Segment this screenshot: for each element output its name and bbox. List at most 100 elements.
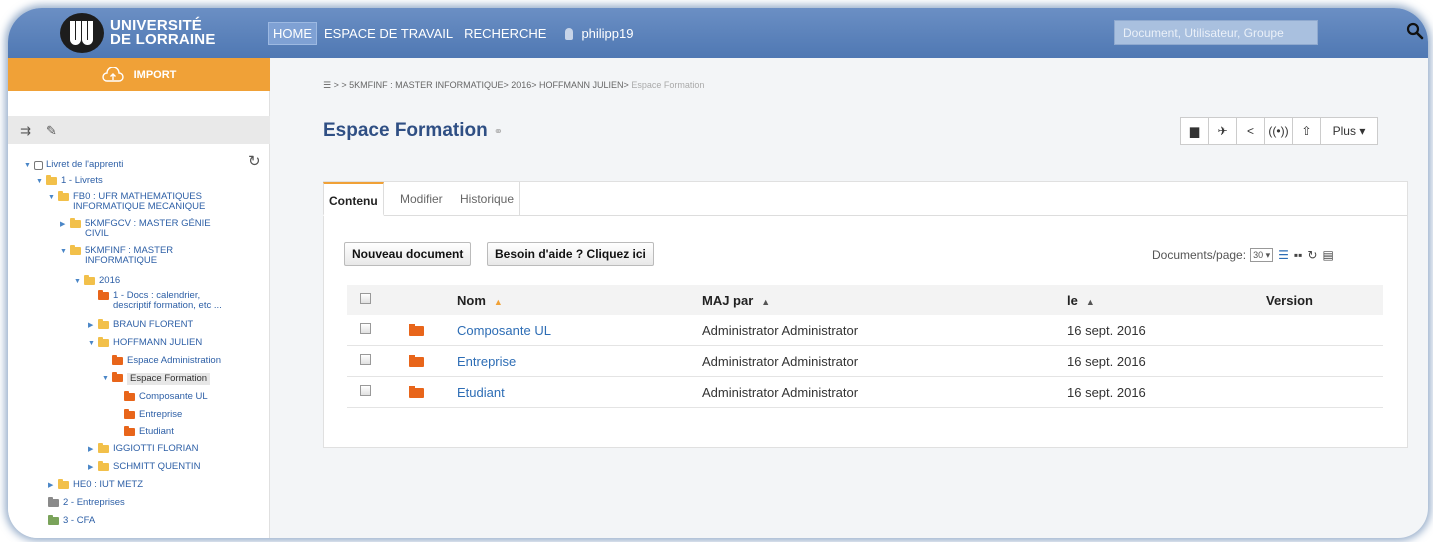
nav-home[interactable]: HOME	[268, 22, 317, 45]
university-logo[interactable]: UNIVERSITÉ DE LORRAINE	[60, 13, 216, 53]
tree-node-2016[interactable]: ▼ 2016	[74, 275, 120, 287]
tree-node-he0[interactable]: ▶ HE0 : IUT METZ	[48, 479, 143, 491]
tree-node-entreprise[interactable]: Entreprise	[124, 409, 182, 420]
select-all-checkbox[interactable]	[360, 293, 371, 304]
tree-node-iggiotti[interactable]: ▶ IGGIOTTI FLORIAN	[88, 443, 199, 455]
tree-node-composante[interactable]: Composante UL	[124, 391, 208, 402]
tab-bar: Contenu Modifier Historique	[323, 182, 1407, 216]
spreadsheet-icon[interactable]: ▤	[1322, 248, 1333, 262]
more-button[interactable]: Plus ▾	[1320, 117, 1378, 145]
main-nav: HOME ESPACE DE TRAVAIL RECHERCHE philipp…	[268, 22, 633, 45]
row-name-link[interactable]: Etudiant	[457, 385, 505, 400]
page-title: Espace Formation ⚭	[323, 120, 503, 141]
row-checkbox[interactable]	[360, 323, 371, 334]
tab-modifier[interactable]: Modifier	[395, 182, 448, 216]
share-icon[interactable]: <	[1236, 117, 1265, 145]
tree-node-entreprises[interactable]: 2 - Entreprises	[48, 497, 125, 508]
sidebar-toolbar: ⇉ ✎	[8, 116, 270, 144]
refresh-icon[interactable]: ↻	[1307, 248, 1317, 262]
tree-node-root[interactable]: ▼ Livret de l'apprenti	[24, 160, 123, 171]
expand-arrow-icon: ▼	[102, 375, 109, 382]
search-input[interactable]	[1114, 20, 1318, 45]
breadcrumb-item-year[interactable]: 2016	[511, 80, 531, 90]
folder-icon	[84, 275, 95, 285]
col-name[interactable]: Nom ▲	[457, 293, 503, 308]
tree-node-admin[interactable]: Espace Administration	[112, 355, 221, 366]
menu-icon[interactable]: ☰	[323, 80, 331, 90]
expand-arrow-icon: ▼	[74, 278, 81, 285]
tab-contenu[interactable]: Contenu	[323, 182, 384, 216]
import-button[interactable]: IMPORT	[8, 58, 270, 91]
col-updated-by[interactable]: MAJ par ▲	[702, 293, 770, 308]
collapse-arrow-icon: ▶	[88, 446, 94, 453]
action-toolbar: ▆ ✈ < ((•)) ⇧ Plus ▾	[1180, 117, 1378, 145]
sidebar: IMPORT ⇉ ✎ ↻ ▼ Livret de l'apprenti ▼ 1 …	[8, 58, 270, 538]
row-updated-by: Administrator Administrator	[702, 385, 859, 400]
row-date: 16 sept. 2016	[1067, 354, 1146, 369]
refresh-tree-icon[interactable]: ↻	[248, 152, 261, 170]
table-row[interactable]: Entreprise Administrator Administrator 1…	[347, 346, 1383, 377]
tree-node-livrets[interactable]: ▼ 1 - Livrets	[36, 175, 103, 187]
tree-node-schmitt[interactable]: ▶ SCHMITT QUENTIN	[88, 461, 200, 473]
import-label: IMPORT	[133, 68, 177, 81]
cloud-upload-icon	[101, 66, 124, 82]
row-checkbox[interactable]	[360, 354, 371, 365]
grid-view-icon[interactable]: ▪▪	[1294, 248, 1303, 262]
tag-icon[interactable]: ✎	[46, 123, 57, 139]
help-button[interactable]: Besoin d'aide ? Cliquez ici	[487, 242, 654, 266]
folder-icon	[70, 245, 81, 255]
list-view-icon[interactable]: ☰	[1278, 248, 1289, 262]
people-icon	[48, 497, 59, 507]
table-row[interactable]: Composante UL Administrator Administrato…	[347, 315, 1383, 346]
tree-node-docs[interactable]: 1 - Docs : calendrier, descriptif formati…	[98, 290, 222, 311]
book-icon[interactable]: ▆	[1180, 117, 1209, 145]
breadcrumb: ☰ > > 5KMFINF : MASTER INFORMATIQUE> 201…	[323, 80, 705, 90]
tree-node-cfa[interactable]: 3 - CFA	[48, 515, 95, 526]
table-header: Nom ▲ MAJ par ▲ le ▲ Version	[347, 285, 1383, 315]
col-date[interactable]: le ▲	[1067, 293, 1095, 308]
folder-icon	[124, 426, 135, 436]
nav-workspace[interactable]: ESPACE DE TRAVAIL	[320, 23, 457, 44]
table-row[interactable]: Etudiant Administrator Administrator 16 …	[347, 377, 1383, 408]
tree-node-formation[interactable]: ▼ Espace Formation	[102, 372, 211, 385]
row-name-link[interactable]: Composante UL	[457, 323, 551, 338]
tree-node-master-info[interactable]: ▼ 5KMFINF : MASTER INFORMATIQUE	[60, 245, 173, 266]
documents-table: Nom ▲ MAJ par ▲ le ▲ Version Composante UL …	[347, 285, 1383, 408]
expand-arrow-icon: ▼	[48, 194, 55, 201]
user-menu[interactable]: philipp19	[565, 26, 633, 41]
tree-view-icon[interactable]: ⇉	[20, 123, 31, 139]
folder-icon	[70, 218, 81, 228]
expand-arrow-icon: ▼	[24, 162, 31, 169]
folder-icon	[112, 355, 123, 365]
folder-icon	[98, 461, 109, 471]
search-icon[interactable]	[1406, 22, 1424, 40]
subscribe-icon[interactable]: ((•))	[1264, 117, 1293, 145]
per-page-select[interactable]: 30 ▾	[1250, 248, 1274, 262]
app-window: UNIVERSITÉ DE LORRAINE HOME ESPACE DE TR…	[8, 8, 1428, 538]
breadcrumb-item-hoffmann[interactable]: HOFFMANN JULIEN	[539, 80, 624, 90]
tab-historique[interactable]: Historique	[455, 182, 521, 216]
breadcrumb-item-master[interactable]: 5KMFINF : MASTER INFORMATIQUE	[349, 80, 503, 90]
folder-icon	[58, 191, 69, 201]
tree-node-fb0[interactable]: ▼ FB0 : UFR MATHEMATIQUES INFORMATIQUE ME…	[48, 191, 205, 212]
per-page-control: Documents/page: 30 ▾ ☰ ▪▪ ↻ ▤	[1152, 248, 1334, 262]
sort-icon: ▲	[1085, 297, 1095, 307]
upload-icon[interactable]: ⇧	[1292, 117, 1321, 145]
col-version[interactable]: Version	[1266, 293, 1313, 308]
new-document-button[interactable]: Nouveau document	[344, 242, 472, 266]
tree-node-etudiant[interactable]: Etudiant	[124, 426, 174, 437]
row-name-link[interactable]: Entreprise	[457, 354, 516, 369]
tree-node-braun[interactable]: ▶ BRAUN FLORENT	[88, 319, 193, 331]
tree-node-genie-civil[interactable]: ▶ 5KMFGCV : MASTER GÉNIE CIVIL	[60, 218, 211, 239]
nav-search[interactable]: RECHERCHE	[460, 23, 550, 44]
expand-arrow-icon: ▼	[36, 178, 43, 185]
folder-icon	[112, 372, 123, 382]
link-icon[interactable]: ⚭	[494, 125, 503, 138]
sort-asc-icon: ▲	[493, 297, 503, 307]
folder-icon	[124, 391, 135, 401]
folder-icon	[46, 175, 57, 185]
row-date: 16 sept. 2016	[1067, 385, 1146, 400]
pin-icon[interactable]: ✈	[1208, 117, 1237, 145]
row-checkbox[interactable]	[360, 385, 371, 396]
tree-node-hoffmann[interactable]: ▼ HOFFMANN JULIEN	[88, 337, 202, 349]
